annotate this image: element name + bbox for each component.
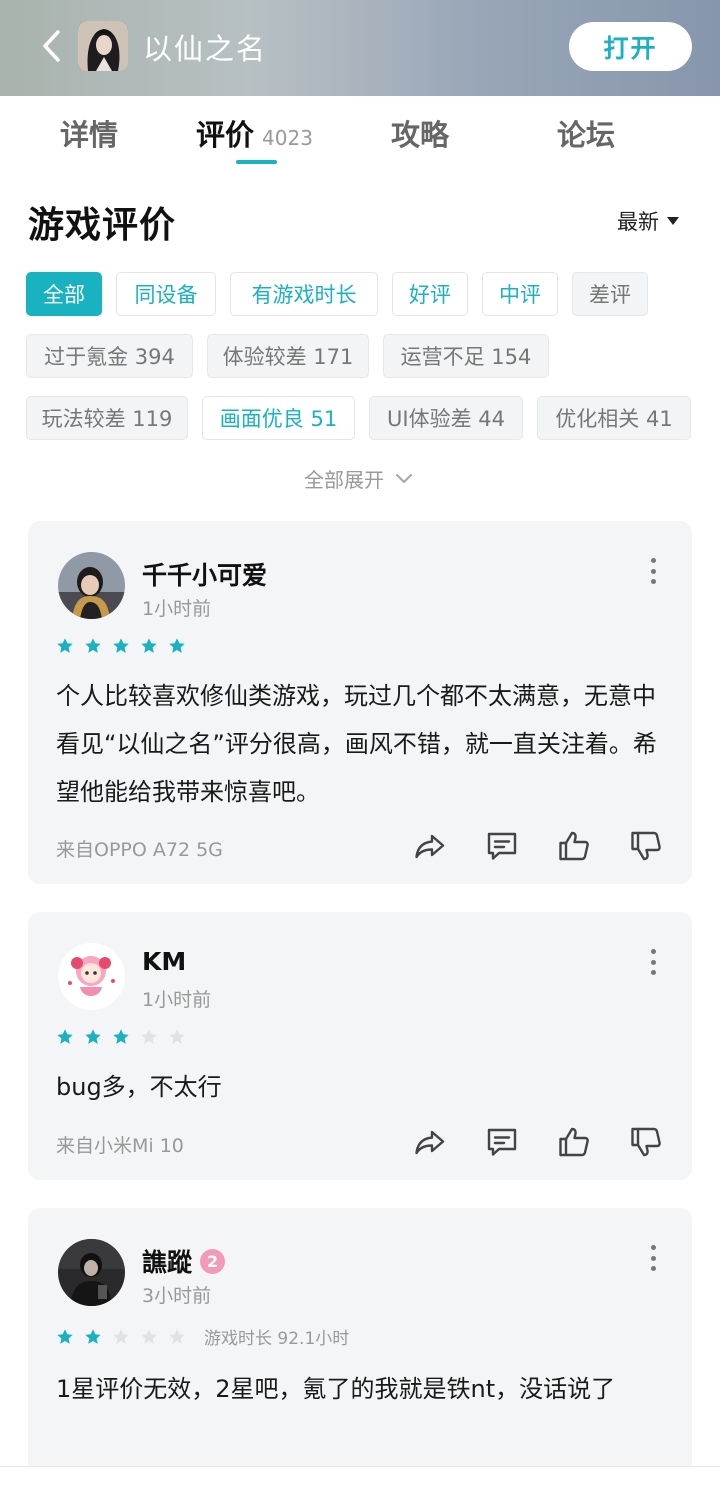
more-options-icon[interactable] (648, 949, 658, 975)
star-filled-icon (112, 1028, 130, 1046)
app-title: 以仙之名 (143, 32, 268, 66)
filter-chip-positive[interactable]: 好评 (392, 272, 468, 316)
share-icon (413, 829, 447, 863)
playtime-label: 游戏时长 92.1小时 (204, 1329, 350, 1349)
filter-chip-has-playtime[interactable]: 有游戏时长 (230, 272, 378, 316)
review-time: 3小时前 (142, 1285, 212, 1307)
dislike-button[interactable] (629, 829, 663, 863)
star-filled-icon (56, 1328, 74, 1346)
tag-chip-good-graphics[interactable]: 画面优良 51 (202, 396, 355, 440)
username[interactable]: 千千小可爱 (142, 556, 267, 592)
star-empty-icon (168, 1028, 186, 1046)
tag-chip-poor-operations[interactable]: 运营不足 154 (383, 334, 549, 378)
tag-chip-overpriced[interactable]: 过于氪金 394 (26, 334, 193, 378)
avatar[interactable] (58, 552, 125, 619)
level-badge: 2 (200, 1248, 226, 1274)
review-card: KM 1小时前 bug多，不太行 来自小米Mi 10 (28, 912, 692, 1180)
tab-details[interactable]: 详情 (60, 112, 118, 154)
sort-dropdown[interactable]: 最新 (617, 206, 679, 236)
sort-label: 最新 (617, 210, 659, 234)
app-icon (78, 21, 128, 71)
comment-icon (485, 829, 519, 863)
more-options-icon[interactable] (648, 1245, 658, 1271)
dislike-button[interactable] (629, 1125, 663, 1159)
bottom-divider (0, 1466, 720, 1467)
star-filled-icon (56, 637, 74, 655)
star-empty-icon (140, 1028, 158, 1046)
expand-label: 全部展开 (304, 468, 384, 492)
star-filled-icon (56, 1028, 74, 1046)
filter-chip-all[interactable]: 全部 (26, 272, 102, 316)
tab-guides[interactable]: 攻略 (391, 112, 449, 154)
device-label: 来自小米Mi 10 (56, 1135, 184, 1157)
username-row: 譙蹤 2 (142, 1243, 226, 1279)
review-card: 千千小可爱 1小时前 个人比较喜欢修仙类游戏，玩过几个都不太满意，无意中看见“以… (28, 521, 692, 884)
star-filled-icon (84, 637, 102, 655)
more-options-icon[interactable] (648, 558, 658, 584)
like-button[interactable] (557, 829, 591, 863)
star-filled-icon (168, 637, 186, 655)
rating-stars: 游戏时长 92.1小时 (56, 1324, 349, 1349)
thumbs-down-icon (629, 829, 663, 863)
share-button[interactable] (413, 1125, 447, 1159)
thumbs-up-icon (557, 1125, 591, 1159)
rating-stars (56, 637, 186, 655)
tag-chip-poor-experience[interactable]: 体验较差 171 (207, 334, 369, 378)
open-button[interactable]: 打开 (569, 22, 692, 71)
comment-button[interactable] (485, 1125, 519, 1159)
review-count: 4023 (262, 126, 313, 150)
comment-button[interactable] (485, 829, 519, 863)
rating-stars (56, 1028, 186, 1046)
thumbs-down-icon (629, 1125, 663, 1159)
tab-reviews[interactable]: 评价 4023 (196, 112, 313, 154)
star-empty-icon (140, 1328, 158, 1346)
app-header: 以仙之名 打开 (0, 0, 720, 96)
like-button[interactable] (557, 1125, 591, 1159)
tag-chip-poor-gameplay[interactable]: 玩法较差 119 (26, 396, 188, 440)
comment-icon (485, 1125, 519, 1159)
tag-chip-poor-ui[interactable]: UI体验差 44 (369, 396, 523, 440)
filter-chip-negative[interactable]: 差评 (572, 272, 648, 316)
share-icon (413, 1125, 447, 1159)
caret-down-icon (667, 217, 679, 225)
username[interactable]: KM (142, 947, 186, 976)
chevron-down-icon (395, 473, 413, 483)
star-filled-icon (112, 637, 130, 655)
star-empty-icon (112, 1328, 130, 1346)
tag-chip-optimization[interactable]: 优化相关 41 (537, 396, 691, 440)
active-tab-indicator (236, 160, 277, 164)
username[interactable]: 譙蹤 (142, 1243, 192, 1279)
review-time: 1小时前 (142, 598, 212, 620)
review-text[interactable]: 1星评价无效，2星吧，氪了的我就是铁nt，没话说了 (56, 1365, 666, 1413)
avatar[interactable] (58, 1239, 125, 1306)
share-button[interactable] (413, 829, 447, 863)
review-text[interactable]: bug多，不太行 (56, 1063, 666, 1111)
review-text[interactable]: 个人比较喜欢修仙类游戏，玩过几个都不太满意，无意中看见“以仙之名”评分很高，画风… (56, 672, 666, 816)
thumbs-up-icon (557, 829, 591, 863)
review-card: 譙蹤 2 3小时前 游戏时长 92.1小时 1星评价无效，2星吧，氪了的我就是铁… (28, 1208, 692, 1466)
back-button[interactable] (34, 26, 70, 66)
star-filled-icon (84, 1028, 102, 1046)
chevron-left-icon (43, 30, 60, 62)
review-time: 1小时前 (142, 989, 212, 1011)
filter-chip-same-device[interactable]: 同设备 (116, 272, 216, 316)
avatar[interactable] (58, 943, 125, 1010)
star-filled-icon (84, 1328, 102, 1346)
expand-tags-button[interactable]: 全部展开 (304, 464, 414, 493)
section-title: 游戏评价 (28, 205, 177, 246)
star-filled-icon (140, 637, 158, 655)
star-empty-icon (168, 1328, 186, 1346)
tab-bar: 详情 评价 4023 攻略 论坛 (0, 96, 720, 170)
filter-chip-neutral[interactable]: 中评 (482, 272, 558, 316)
tab-forum[interactable]: 论坛 (557, 112, 615, 154)
device-label: 来自OPPO A72 5G (56, 839, 223, 861)
